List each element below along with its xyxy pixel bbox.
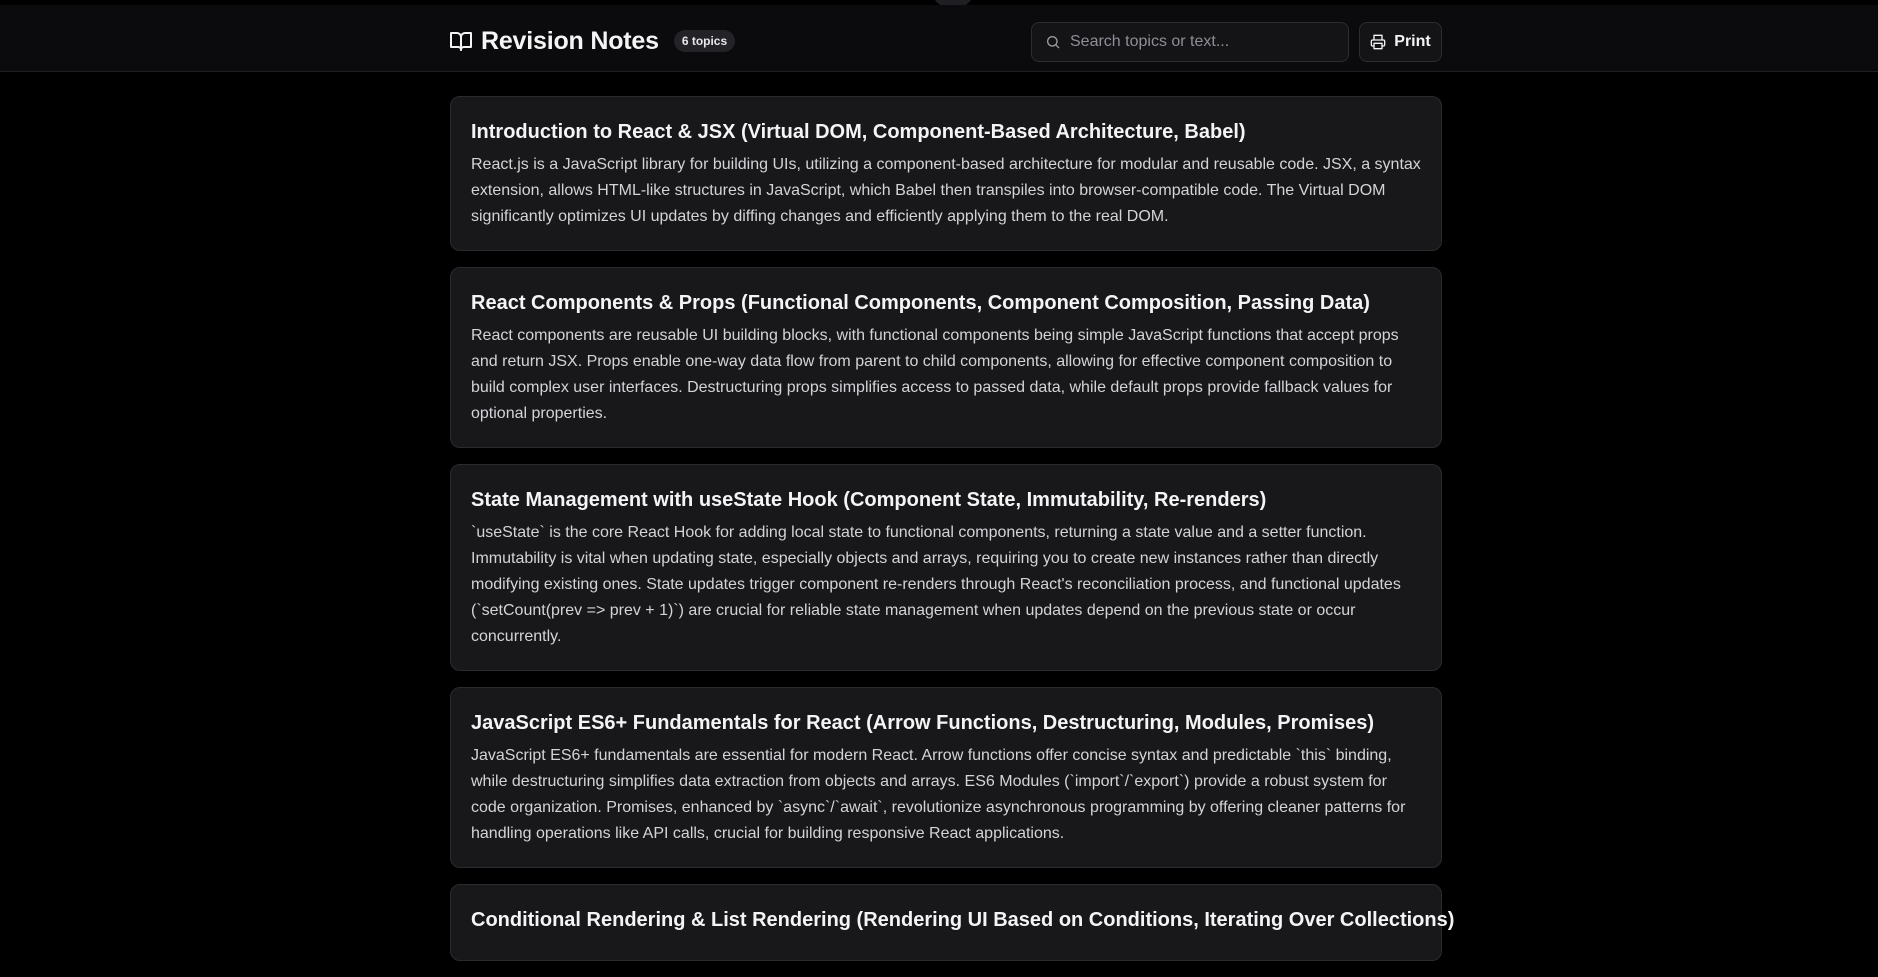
topic-card: Conditional Rendering & List Rendering (… xyxy=(450,884,1455,961)
topic-card: State Management with useState Hook (Com… xyxy=(450,464,1442,671)
topic-card: JavaScript ES6+ Fundamentals for React (… xyxy=(450,687,1442,868)
topic-title: Conditional Rendering & List Rendering (… xyxy=(471,909,1455,931)
topic-title: State Management with useState Hook (Com… xyxy=(471,489,1267,511)
topic-count-badge: 6 topics xyxy=(673,30,736,52)
topic-summary: `useState` is the core React Hook for ad… xyxy=(471,524,1401,645)
topic-title: Introduction to React & JSX (Virtual DOM… xyxy=(471,121,1246,143)
search-box[interactable] xyxy=(1031,22,1349,62)
topic-title: React Components & Props (Functional Com… xyxy=(471,292,1370,314)
topic-summary: React components are reusable UI buildin… xyxy=(471,327,1399,422)
topic-list: Introduction to React & JSX (Virtual DOM… xyxy=(450,96,1455,977)
page-title: Revision Notes xyxy=(481,26,659,55)
print-button-label: Print xyxy=(1394,33,1431,50)
topic-summary: JavaScript ES6+ fundamentals are essenti… xyxy=(471,747,1406,842)
topic-card: Introduction to React & JSX (Virtual DOM… xyxy=(450,96,1442,251)
open-book-icon xyxy=(449,29,473,53)
search-icon xyxy=(1045,34,1061,50)
topic-summary: React.js is a JavaScript library for bui… xyxy=(471,156,1421,225)
topic-title: JavaScript ES6+ Fundamentals for React (… xyxy=(471,712,1374,734)
printer-icon xyxy=(1370,34,1386,50)
print-button[interactable]: Print xyxy=(1359,22,1442,62)
topic-card: React Components & Props (Functional Com… xyxy=(450,267,1442,448)
app-header: Revision Notes 6 topics Print xyxy=(0,5,1878,72)
search-input[interactable] xyxy=(1070,33,1348,51)
brand: Revision Notes 6 topics xyxy=(449,24,736,58)
